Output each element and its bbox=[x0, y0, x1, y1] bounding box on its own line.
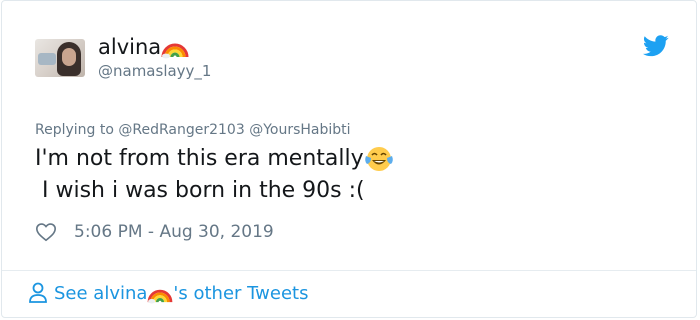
tweet-text-line: I'm not from this era mentally bbox=[35, 146, 364, 171]
author-handle[interactable]: @namaslayy_1 bbox=[98, 62, 211, 80]
tears-of-joy-emoji-icon bbox=[364, 147, 393, 171]
see-more-prefix: See alvina bbox=[54, 282, 148, 304]
tweet-text: I'm not from this era mentally I wish i … bbox=[35, 143, 635, 207]
person-icon bbox=[29, 282, 47, 303]
author-display-name[interactable]: alvina bbox=[98, 35, 189, 59]
twitter-bird-icon[interactable] bbox=[643, 35, 669, 57]
display-name-text: alvina bbox=[98, 35, 162, 59]
see-other-tweets-link[interactable]: See alvina 's other Tweets bbox=[28, 282, 308, 304]
heart-icon[interactable] bbox=[35, 221, 57, 243]
tweet-text-line: I wish i was born in the 90s :( bbox=[35, 178, 365, 203]
divider bbox=[2, 270, 696, 271]
replying-to: Replying to @RedRanger2103 @YoursHabibti bbox=[35, 121, 351, 139]
tweet-card: alvina @namaslayy_1 Replying to @RedRang… bbox=[1, 0, 697, 318]
timestamp[interactable]: 5:06 PM - Aug 30, 2019 bbox=[74, 222, 274, 242]
avatar[interactable] bbox=[35, 39, 85, 77]
tweet-meta: 5:06 PM - Aug 30, 2019 bbox=[35, 221, 274, 243]
mention-link[interactable]: @RedRanger2103 bbox=[118, 122, 244, 138]
see-more-suffix: 's other Tweets bbox=[173, 282, 309, 304]
rainbow-emoji-icon bbox=[161, 43, 189, 59]
rainbow-emoji-icon bbox=[148, 289, 173, 304]
mention-link[interactable]: @YoursHabibti bbox=[249, 122, 350, 138]
replying-prefix: Replying to bbox=[35, 122, 119, 138]
